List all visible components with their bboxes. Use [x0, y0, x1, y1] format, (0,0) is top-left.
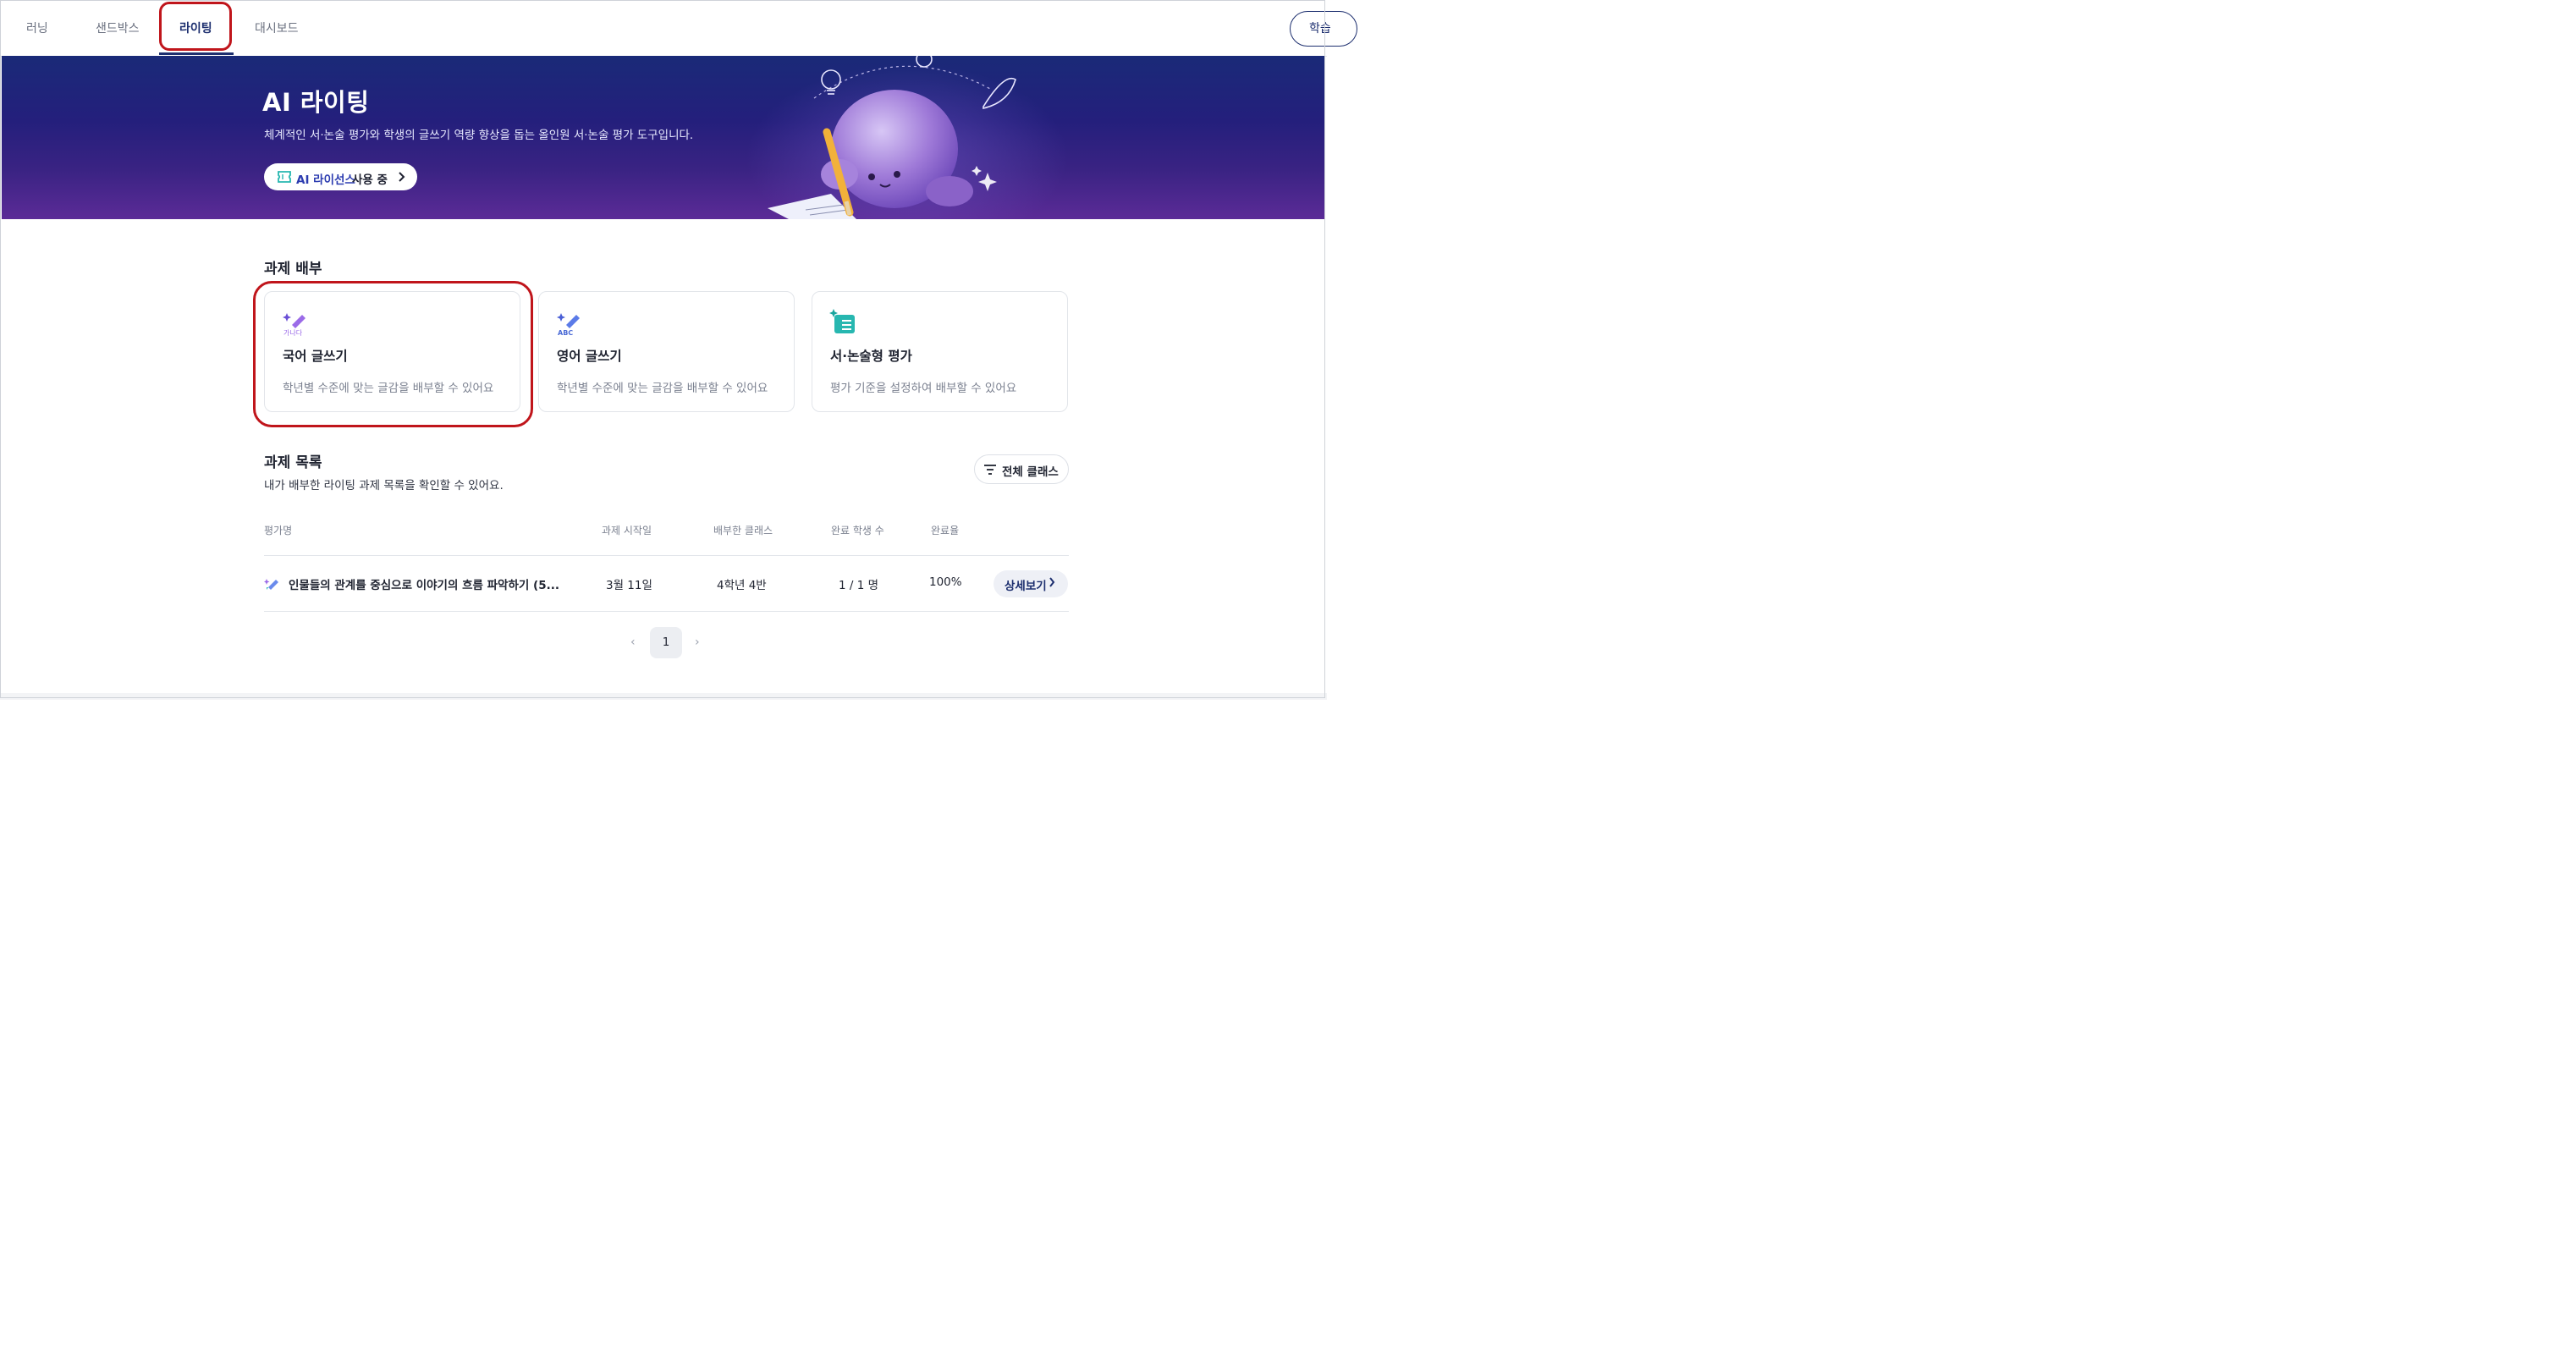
pen-sparkle-icon: ABC	[556, 308, 585, 340]
card-description: 학년별 수준에 맞는 글감을 배부할 수 있어요	[283, 382, 494, 395]
card-description: 학년별 수준에 맞는 글감을 배부할 수 있어요	[557, 382, 768, 395]
view-detail-label: 상세보기	[1005, 580, 1047, 593]
assignment-completed-count: 1 / 1 명	[839, 579, 879, 592]
list-section-subtitle: 내가 배부한 라이팅 과제 목록을 확인할 수 있어요.	[264, 479, 504, 492]
filter-label: 전체 클래스	[1002, 465, 1059, 479]
assign-section-title: 과제 배부	[264, 261, 322, 278]
column-header-completed: 완료 학생 수	[831, 525, 884, 536]
assignment-title[interactable]: 인물들의 관계를 중심으로 이야기의 흐름 파악하기 (5...	[289, 575, 559, 592]
tab-dashboard[interactable]: 대시보드	[255, 0, 299, 56]
svg-text:가나다: 가나다	[283, 329, 303, 337]
list-section-title: 과제 목록	[264, 454, 322, 471]
card-title: 영어 글쓰기	[557, 349, 622, 364]
card-title: 국어 글쓰기	[283, 349, 348, 364]
license-status-button[interactable]: AI 라이선스 사용 중	[264, 163, 417, 190]
table-divider	[264, 555, 1069, 556]
chevron-right-icon	[397, 171, 405, 186]
tab-writing[interactable]: 라이팅	[179, 0, 212, 56]
pagination-prev[interactable]: ‹	[630, 635, 636, 649]
assignment-start-date: 3월 11일	[606, 579, 652, 592]
active-tab-indicator	[159, 52, 234, 55]
pagination-current-page[interactable]: 1	[650, 627, 682, 658]
assignment-class: 4학년 4반	[717, 579, 767, 592]
pen-sparkle-icon: 가나다	[282, 308, 311, 340]
column-header-title: 평가명	[264, 525, 293, 536]
class-filter-button[interactable]: 전체 클래스	[974, 454, 1069, 484]
tab-sandbox[interactable]: 샌드박스	[96, 0, 140, 56]
card-english-writing[interactable]: ABC 영어 글쓰기 학년별 수준에 맞는 글감을 배부할 수 있어요	[538, 291, 795, 412]
learning-button[interactable]: 학습	[1290, 11, 1357, 47]
column-header-start-date: 과제 시작일	[602, 525, 652, 536]
assignment-completion-rate: 100%	[929, 575, 962, 589]
table-divider	[264, 611, 1069, 612]
column-header-class: 배부한 클래스	[713, 525, 773, 536]
license-label: AI 라이선스	[296, 173, 355, 187]
card-korean-writing[interactable]: 가나다 국어 글쓰기 학년별 수준에 맞는 글감을 배부할 수 있어요	[264, 291, 520, 412]
hero-title: AI 라이팅	[262, 88, 370, 117]
view-detail-button[interactable]: 상세보기	[994, 570, 1068, 597]
top-navigation: 러닝 샌드박스 라이팅 대시보드 학습	[0, 0, 1357, 57]
filter-icon	[983, 464, 997, 479]
column-header-rate: 완료율	[931, 525, 960, 536]
card-description: 평가 기준을 설정하여 배부할 수 있어요	[830, 382, 1017, 395]
tab-learning[interactable]: 러닝	[26, 0, 48, 56]
svg-text:ABC: ABC	[558, 329, 573, 337]
card-title: 서·논술형 평가	[830, 349, 912, 364]
hero-description: 체계적인 서·논술 평가와 학생의 글쓰기 역량 향상을 돕는 올인원 서·논술…	[264, 129, 694, 142]
pen-sparkle-icon	[264, 575, 281, 595]
card-essay-evaluation[interactable]: 서·논술형 평가 평가 기준을 설정하여 배부할 수 있어요	[812, 291, 1068, 412]
ticket-icon	[277, 170, 292, 187]
pagination-next[interactable]: ›	[695, 635, 700, 649]
checklist-sparkle-icon	[829, 308, 858, 340]
license-status: 사용 중	[352, 173, 388, 187]
bottom-strip	[0, 693, 1327, 700]
chevron-right-icon	[1049, 577, 1055, 591]
